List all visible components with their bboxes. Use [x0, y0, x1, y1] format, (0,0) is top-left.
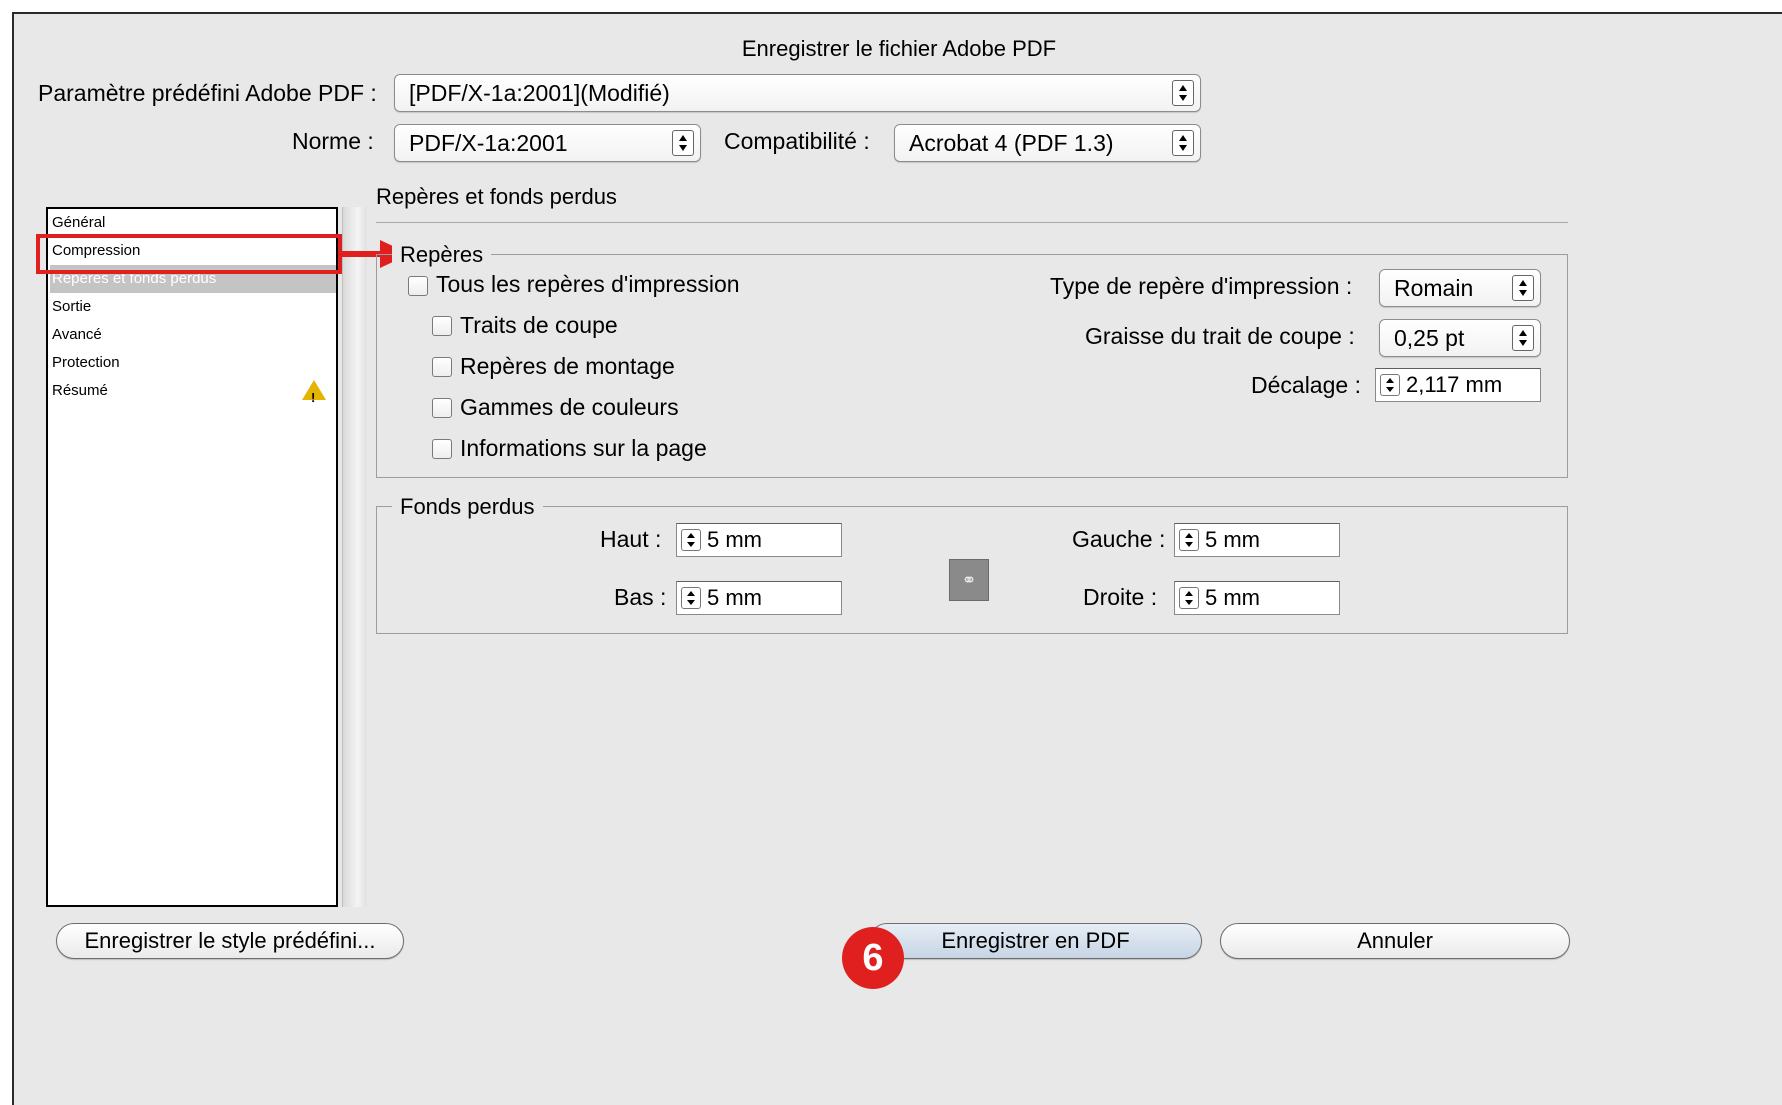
popup-arrows-icon	[1512, 275, 1534, 301]
sidebar-item-label: Avancé	[52, 326, 102, 343]
bleed-top-value: 5 mm	[707, 527, 762, 552]
panel-title: Repères et fonds perdus	[376, 184, 617, 209]
preset-label: Paramètre prédéfini Adobe PDF :	[38, 80, 377, 106]
preset-select[interactable]: [PDF/X-1a:2001](Modifié)	[394, 74, 1201, 112]
bleed-left-label: Gauche :	[1072, 526, 1166, 552]
save-pdf-dialog: Enregistrer le fichier Adobe PDF Paramèt…	[12, 12, 1782, 1105]
sidebar-item-label: Protection	[52, 354, 120, 371]
standard-label: Norme :	[292, 128, 374, 154]
mark-type-select[interactable]: Romain	[1379, 269, 1541, 307]
page-information-label: Informations sur la page	[460, 435, 707, 461]
sidebar-item-label: Général	[52, 214, 106, 231]
standard-value: PDF/X-1a:2001	[409, 130, 568, 156]
dialog-title: Enregistrer le fichier Adobe PDF	[741, 36, 1057, 61]
sidebar-item-advanced[interactable]: Avancé	[50, 321, 336, 349]
save-pdf-button[interactable]: Enregistrer en PDF	[869, 923, 1202, 959]
offset-label: Décalage :	[1251, 372, 1361, 398]
offset-value: 2,117 mm	[1406, 372, 1503, 397]
marks-group-title: Repères	[392, 242, 492, 268]
all-marks-checkbox[interactable]	[408, 276, 428, 296]
compatibility-select[interactable]: Acrobat 4 (PDF 1.3)	[894, 124, 1201, 162]
sidebar-item-security[interactable]: Protection	[50, 349, 336, 377]
crop-weight-select[interactable]: 0,25 pt	[1379, 319, 1541, 357]
stepper-icon[interactable]	[1179, 587, 1199, 609]
mark-type-label: Type de repère d'impression :	[1050, 273, 1353, 299]
bleed-bottom-value: 5 mm	[707, 585, 762, 610]
popup-arrows-icon	[672, 130, 694, 156]
chain-link-icon[interactable]: ⚭	[949, 559, 989, 601]
warning-triangle-icon: !	[302, 380, 326, 405]
sidebar-item-label: Résumé	[52, 382, 108, 399]
all-marks-label: Tous les repères d'impression	[436, 271, 740, 297]
registration-marks-checkbox[interactable]	[432, 357, 452, 377]
offset-field[interactable]: 2,117 mm	[1375, 368, 1541, 402]
preset-value: [PDF/X-1a:2001](Modifié)	[409, 80, 670, 106]
bleed-left-field[interactable]: 5 mm	[1174, 523, 1340, 557]
category-list-scrollbar[interactable]	[342, 207, 367, 907]
color-bars-checkbox[interactable]	[432, 398, 452, 418]
popup-arrows-icon	[1512, 325, 1534, 351]
step-number-badge: 6	[842, 927, 904, 989]
mark-type-value: Romain	[1394, 275, 1474, 301]
cancel-button[interactable]: Annuler	[1220, 923, 1570, 959]
bleed-group-title: Fonds perdus	[392, 494, 543, 520]
page-information-checkbox[interactable]	[432, 439, 452, 459]
bleed-right-value: 5 mm	[1205, 585, 1260, 610]
bleed-top-field[interactable]: 5 mm	[676, 523, 842, 557]
bleed-right-field[interactable]: 5 mm	[1174, 581, 1340, 615]
sidebar-item-output[interactable]: Sortie	[50, 293, 336, 321]
save-preset-button[interactable]: Enregistrer le style prédéfini...	[56, 923, 404, 959]
bleed-left-value: 5 mm	[1205, 527, 1260, 552]
sidebar-item-general[interactable]: Général	[50, 209, 336, 237]
popup-arrows-icon	[1172, 130, 1194, 156]
standard-select[interactable]: PDF/X-1a:2001	[394, 124, 701, 162]
bleed-bottom-field[interactable]: 5 mm	[676, 581, 842, 615]
stepper-icon[interactable]	[1179, 529, 1199, 551]
popup-arrows-icon	[1172, 80, 1194, 106]
category-list: Général Compression Repères et fonds per…	[46, 207, 338, 907]
stepper-icon[interactable]	[1380, 374, 1400, 396]
color-bars-label: Gammes de couleurs	[460, 394, 679, 420]
crop-marks-checkbox[interactable]	[432, 316, 452, 336]
stepper-icon[interactable]	[681, 529, 701, 551]
registration-marks-label: Repères de montage	[460, 353, 675, 379]
crop-weight-label: Graisse du trait de coupe :	[1085, 323, 1355, 349]
annotation-highlight-box	[36, 234, 342, 274]
bleed-top-label: Haut :	[600, 526, 662, 552]
compatibility-label: Compatibilité :	[724, 128, 870, 154]
bleed-bottom-label: Bas :	[614, 584, 667, 610]
bleed-right-label: Droite :	[1083, 584, 1158, 610]
compatibility-value: Acrobat 4 (PDF 1.3)	[909, 130, 1114, 156]
stepper-icon[interactable]	[681, 587, 701, 609]
crop-weight-value: 0,25 pt	[1394, 325, 1465, 351]
crop-marks-label: Traits de coupe	[460, 312, 618, 338]
sidebar-item-summary[interactable]: Résumé !	[50, 377, 336, 405]
panel-divider	[376, 222, 1568, 223]
sidebar-item-label: Sortie	[52, 298, 92, 315]
